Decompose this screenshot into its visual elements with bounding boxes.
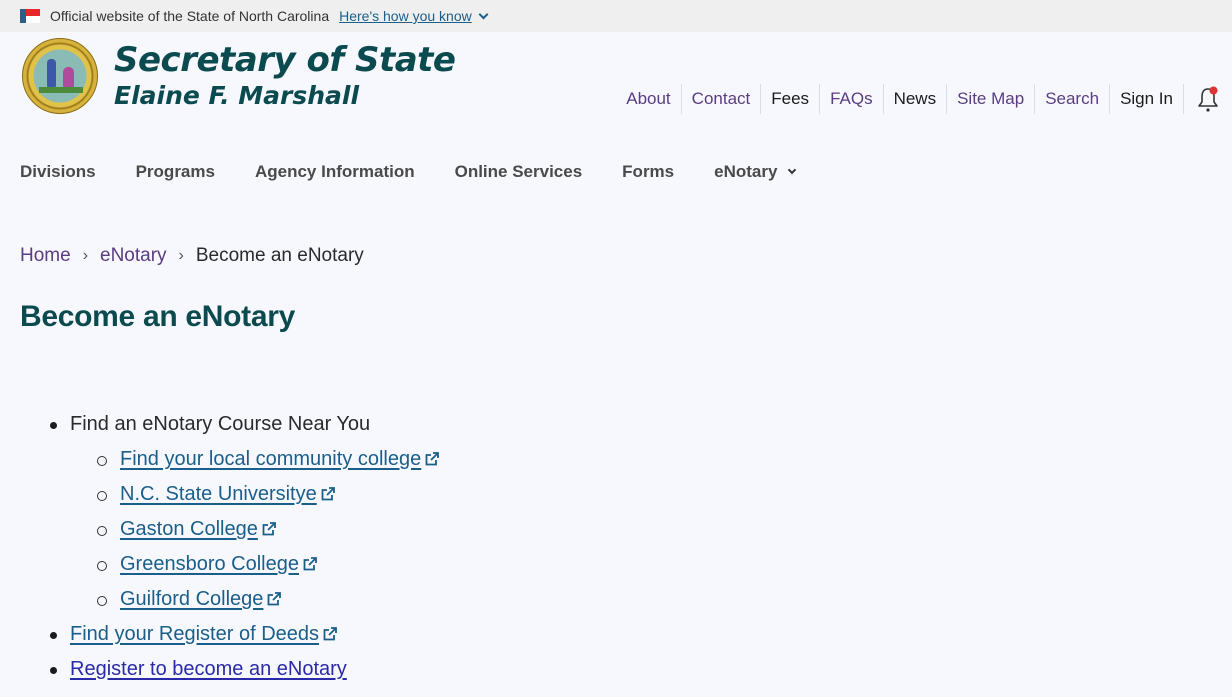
external-link-icon <box>425 452 440 466</box>
utility-link-about[interactable]: About <box>616 84 682 114</box>
list-item-register-enotary: Register to become an eNotary <box>20 652 440 687</box>
nav-divisions-label: Divisions <box>20 162 96 181</box>
breadcrumb-enotary[interactable]: eNotary <box>100 245 167 267</box>
link-gaston-college[interactable]: Gaston College <box>120 518 258 540</box>
breadcrumb-home[interactable]: Home <box>20 245 71 267</box>
chevron-down-icon <box>788 165 797 175</box>
bell-icon <box>1198 86 1218 112</box>
heres-how-you-know-link[interactable]: Here's how you know <box>339 8 489 24</box>
page-title: Become an eNotary <box>20 300 296 333</box>
notifications-button[interactable] <box>1184 84 1220 114</box>
nav-online-services-label: Online Services <box>454 162 583 181</box>
link-label: Find your Register of Deeds <box>70 623 320 645</box>
utility-link-fees[interactable]: Fees <box>761 84 821 114</box>
nav-forms-label: Forms <box>622 162 675 181</box>
main-nav: Divisions Programs Agency Information On… <box>20 162 835 182</box>
chevron-right-icon: › <box>82 247 89 264</box>
link-label: Guilford College <box>120 588 264 610</box>
external-link-icon <box>323 627 337 641</box>
find-course-heading: Find an eNotary Course Near You <box>70 413 371 435</box>
heres-how-you-know-label: Here's how you know <box>339 8 472 24</box>
utility-link-sign-in[interactable]: Sign In <box>1110 84 1184 114</box>
link-register-to-become-enotary[interactable]: Register to become an eNotary <box>70 658 347 680</box>
list-item: Greensboro College <box>70 547 440 582</box>
chevron-right-icon: › <box>178 247 184 264</box>
official-website-text: Official website of the State of North C… <box>50 8 330 24</box>
breadcrumb-current: Become an eNotary <box>195 245 364 266</box>
list-item: Find your local community college <box>70 442 440 477</box>
nav-programs-label: Programs <box>135 162 215 181</box>
utility-link-contact[interactable]: Contact <box>682 84 762 114</box>
list-item: Guilford College <box>70 582 440 617</box>
external-link-icon <box>268 592 282 606</box>
link-label: Gaston College <box>120 518 258 540</box>
chevron-down-icon <box>478 9 489 19</box>
site-title: Secretary of State <box>114 40 456 80</box>
list-item-register-of-deeds: Find your Register of Deeds <box>20 617 440 652</box>
content-list: Find an eNotary Course Near You Find you… <box>20 407 440 687</box>
link-label: Greensboro College <box>120 553 299 575</box>
nav-agency-information-label: Agency Information <box>254 162 415 181</box>
nav-programs[interactable]: Programs <box>136 162 215 182</box>
utility-nav: About Contact Fees FAQs News Site Map Se… <box>616 82 1220 116</box>
list-item: Gaston College <box>70 512 440 547</box>
link-nc-state-university[interactable]: N.C. State Universitye <box>120 483 317 505</box>
utility-link-news[interactable]: News <box>884 84 948 114</box>
utility-link-faqs[interactable]: FAQs <box>820 84 884 114</box>
link-label: N.C. State Universitye <box>120 483 317 505</box>
nav-enotary-dropdown[interactable]: eNotary <box>714 162 797 182</box>
utility-link-site-map[interactable]: Site Map <box>947 84 1036 114</box>
external-link-icon <box>303 557 317 571</box>
nav-enotary-label: eNotary <box>714 162 778 181</box>
nav-online-services[interactable]: Online Services <box>455 162 583 182</box>
notification-badge <box>1209 86 1218 95</box>
external-link-icon <box>321 487 335 501</box>
nc-state-seal-logo[interactable] <box>22 38 98 114</box>
breadcrumb: Home › eNotary › Become an eNotary <box>20 245 364 267</box>
link-label: Find your local community college <box>120 448 422 470</box>
list-item: N.C. State Universitye <box>70 477 440 512</box>
nav-divisions[interactable]: Divisions <box>20 162 96 182</box>
site-subtitle: Elaine F. Marshall <box>114 81 360 110</box>
site-title-block[interactable]: Secretary of State Elaine F. Marshall <box>114 40 456 112</box>
nav-forms[interactable]: Forms <box>622 162 674 182</box>
link-greensboro-college[interactable]: Greensboro College <box>120 553 299 575</box>
utility-link-search[interactable]: Search <box>1035 84 1111 114</box>
official-gov-banner: Official website of the State of North C… <box>0 0 1232 32</box>
link-community-college[interactable]: Find your local community college <box>120 448 421 470</box>
external-link-icon <box>262 522 276 536</box>
link-guilford-college[interactable]: Guilford College <box>120 588 263 610</box>
nav-agency-information[interactable]: Agency Information <box>255 162 415 182</box>
site-header: Secretary of State Elaine F. Marshall Ab… <box>0 32 1232 132</box>
link-register-of-deeds[interactable]: Find your Register of Deeds <box>70 623 319 645</box>
list-item-find-course: Find an eNotary Course Near You Find you… <box>20 407 440 617</box>
nc-flag-icon <box>20 9 40 23</box>
